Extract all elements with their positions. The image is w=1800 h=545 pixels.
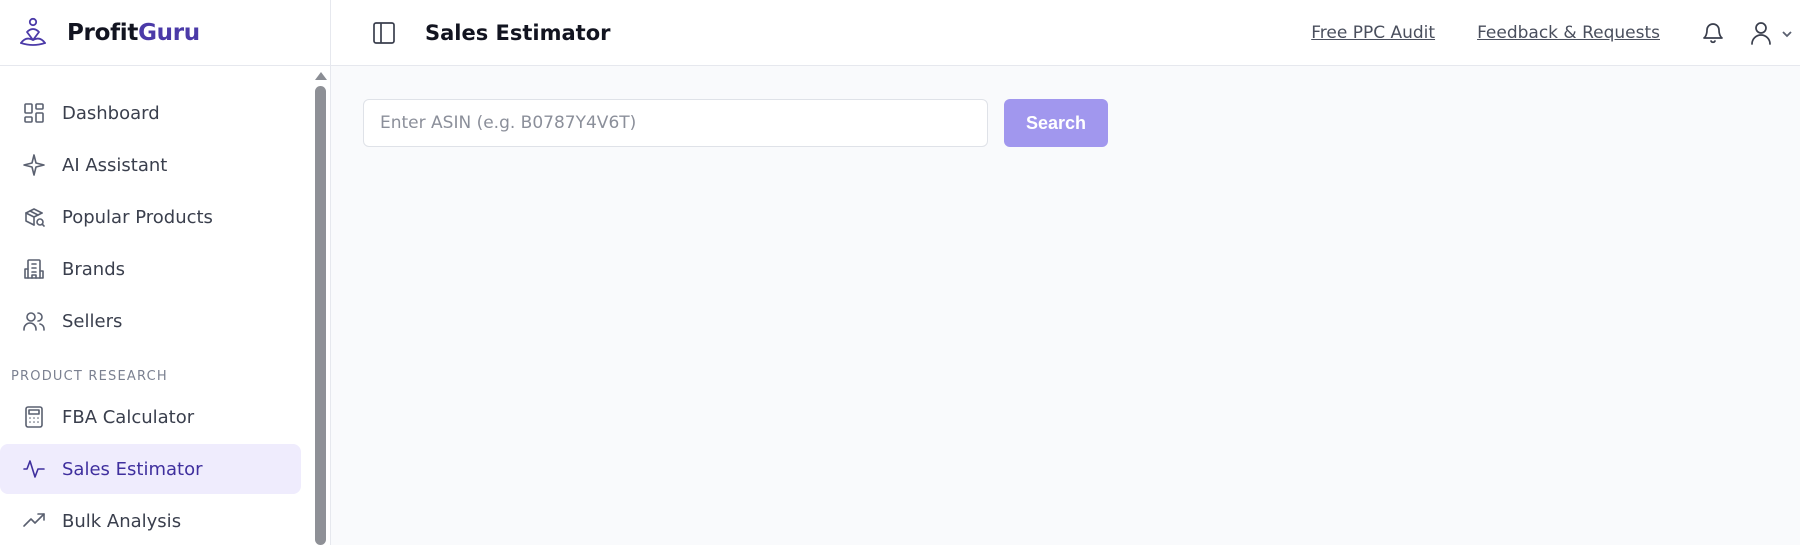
sidebar-item-brands[interactable]: Brands bbox=[0, 244, 301, 294]
page-title: Sales Estimator bbox=[425, 20, 611, 45]
search-button[interactable]: Search bbox=[1004, 99, 1108, 147]
asin-search-input[interactable] bbox=[363, 99, 988, 147]
free-ppc-audit-link[interactable]: Free PPC Audit bbox=[1311, 23, 1435, 43]
chevron-down-icon[interactable] bbox=[1780, 26, 1794, 40]
brand[interactable]: ProfitGuru bbox=[0, 0, 330, 66]
sidebar-item-label: Sales Estimator bbox=[62, 458, 203, 480]
asin-search-row: Search bbox=[363, 99, 1108, 147]
sidebar-scrollbar[interactable] bbox=[313, 68, 327, 545]
logo-icon bbox=[16, 16, 50, 50]
sidebar: ProfitGuru Dashboard AI Assistant Popula… bbox=[0, 0, 331, 545]
sidebar-item-sellers[interactable]: Sellers bbox=[0, 296, 301, 346]
sidebar-item-label: FBA Calculator bbox=[62, 406, 195, 428]
sidebar-nav: Dashboard AI Assistant Popular Products … bbox=[0, 88, 314, 545]
scroll-thumb[interactable] bbox=[315, 86, 326, 545]
brand-name: ProfitGuru bbox=[67, 20, 200, 46]
sidebar-toggle-icon[interactable] bbox=[371, 20, 397, 46]
brand-name-part2: Guru bbox=[138, 19, 200, 46]
sidebar-item-label: Sellers bbox=[62, 310, 123, 332]
sidebar-item-label: Bulk Analysis bbox=[62, 510, 182, 532]
sidebar-item-sales-estimator[interactable]: Sales Estimator bbox=[0, 444, 301, 494]
scroll-up-arrow-icon[interactable] bbox=[315, 72, 327, 80]
bell-icon[interactable] bbox=[1700, 20, 1726, 46]
user-icon[interactable] bbox=[1748, 20, 1774, 46]
sidebar-item-label: Dashboard bbox=[62, 102, 160, 124]
sparkle-icon bbox=[22, 153, 46, 177]
building-icon bbox=[22, 257, 46, 281]
section-label-product-research: PRODUCT RESEARCH bbox=[11, 369, 168, 384]
feedback-requests-link[interactable]: Feedback & Requests bbox=[1477, 23, 1660, 43]
activity-icon bbox=[22, 457, 46, 481]
grid-icon bbox=[22, 101, 46, 125]
sidebar-item-label: AI Assistant bbox=[62, 154, 168, 176]
brand-name-part1: Profit bbox=[67, 19, 139, 46]
sidebar-item-ai-assistant[interactable]: AI Assistant bbox=[0, 140, 301, 190]
sidebar-item-bulk-analysis[interactable]: Bulk Analysis bbox=[0, 496, 301, 545]
calculator-icon bbox=[22, 405, 46, 429]
header-actions: Free PPC Audit Feedback & Requests bbox=[1311, 0, 1800, 66]
sidebar-item-popular-products[interactable]: Popular Products bbox=[0, 192, 301, 242]
trending-up-icon bbox=[22, 509, 46, 533]
sidebar-item-label: Popular Products bbox=[62, 206, 213, 228]
sidebar-item-fba-calculator[interactable]: FBA Calculator bbox=[0, 392, 301, 442]
sidebar-item-label: Brands bbox=[62, 258, 125, 280]
users-icon bbox=[22, 309, 46, 333]
top-header: Sales Estimator Free PPC Audit Feedback … bbox=[331, 0, 1800, 66]
box-search-icon bbox=[22, 205, 46, 229]
sidebar-item-dashboard[interactable]: Dashboard bbox=[0, 88, 301, 138]
